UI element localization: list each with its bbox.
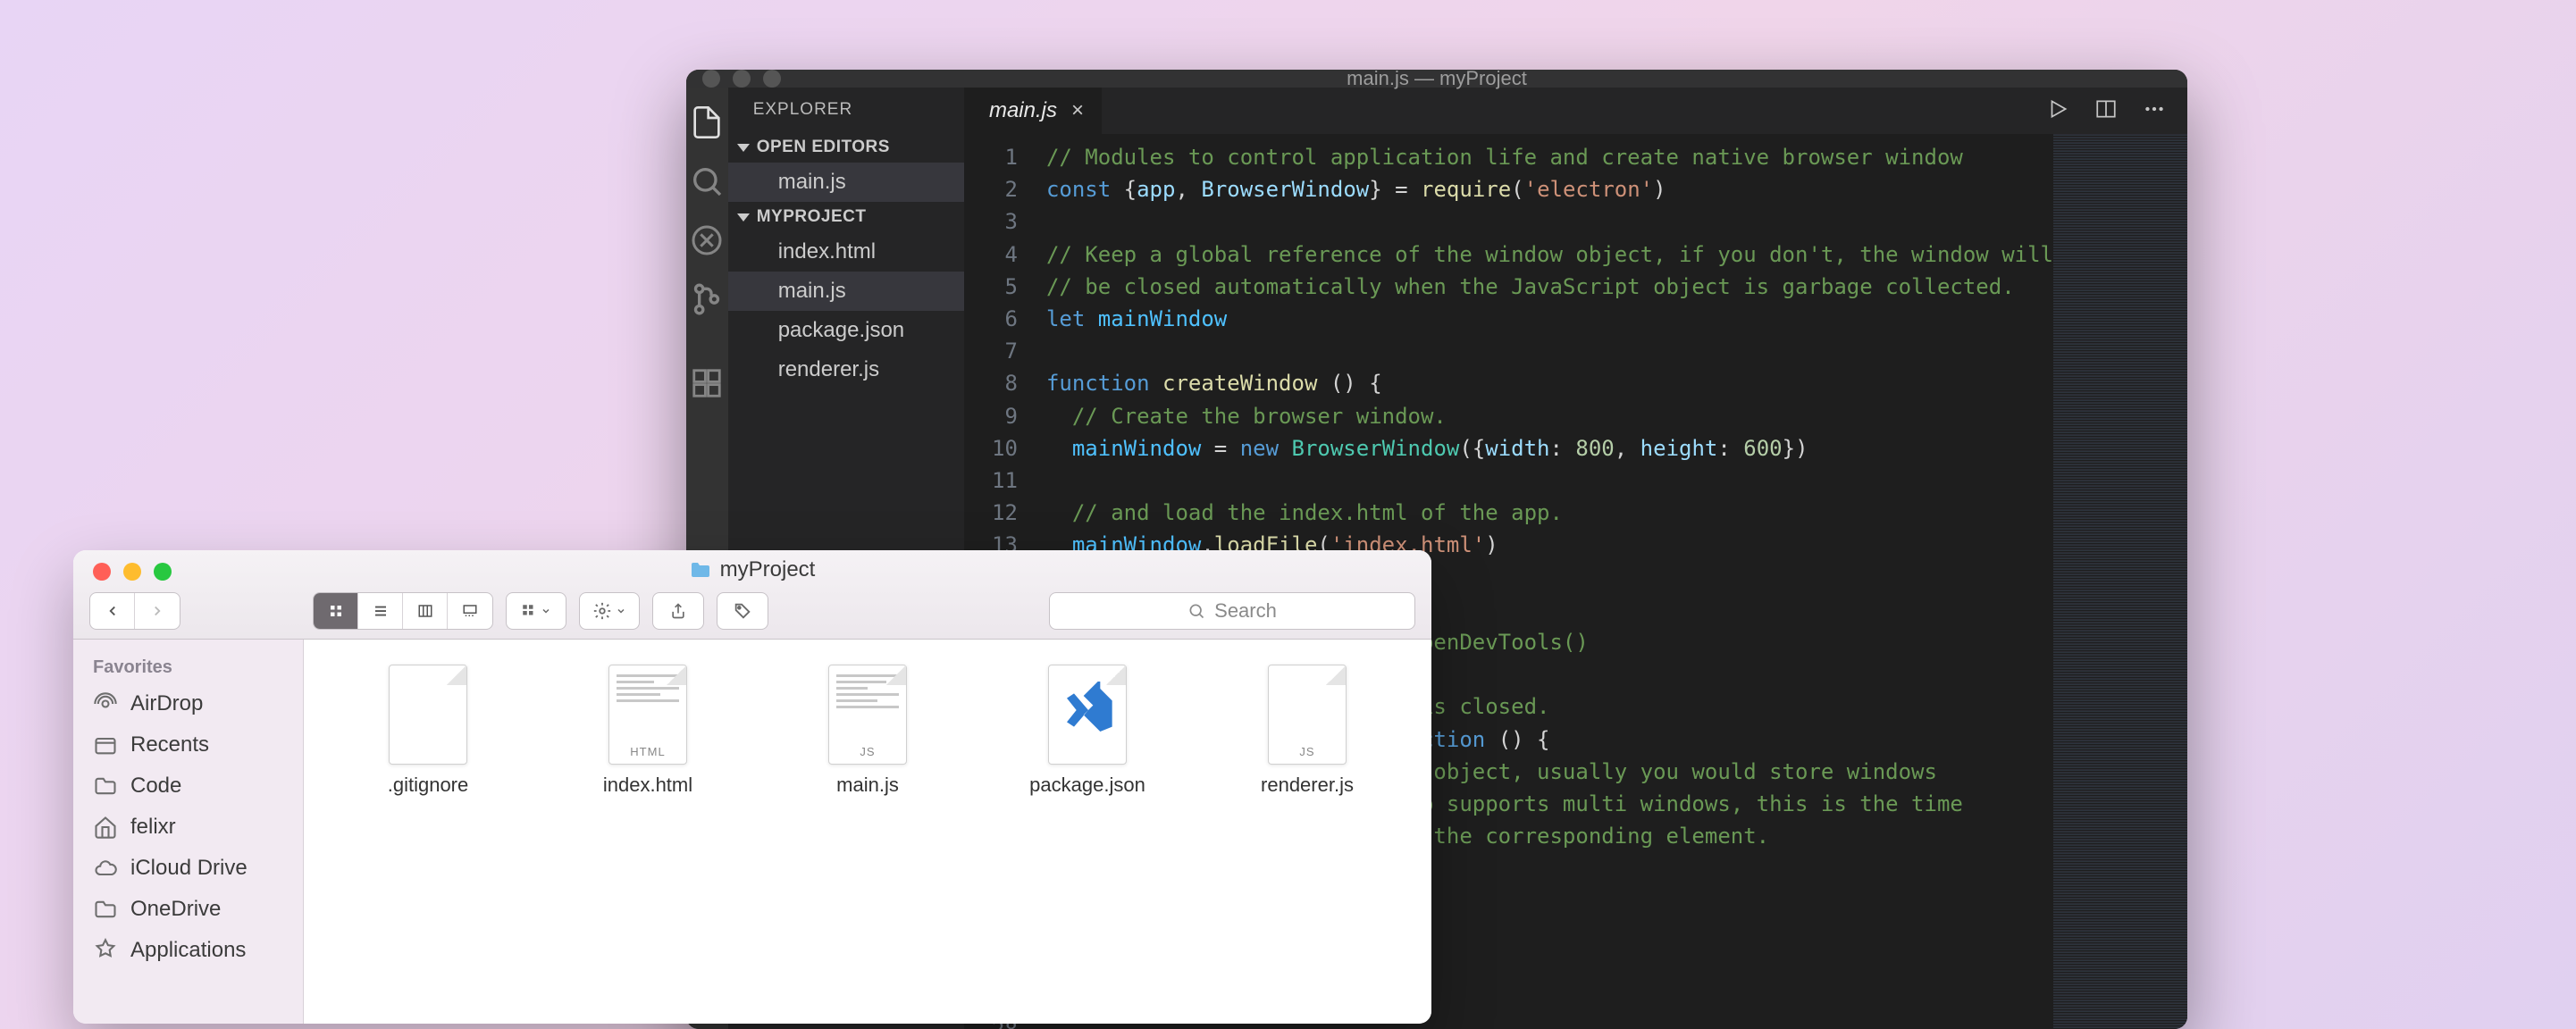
- nav-group: [89, 592, 180, 630]
- tags-button[interactable]: [717, 592, 768, 630]
- sidebar-onedrive[interactable]: OneDrive: [73, 889, 303, 930]
- vscode-titlebar[interactable]: main.js — myProject: [686, 70, 2187, 88]
- file-mainjs[interactable]: JS main.js: [783, 665, 952, 999]
- icon-view-button[interactable]: [314, 593, 358, 629]
- file-icon: HTML: [608, 665, 687, 765]
- file-rendererjs[interactable]: renderer.js: [728, 350, 964, 389]
- search-field[interactable]: Search: [1049, 592, 1415, 630]
- sidebar-airdrop[interactable]: AirDrop: [73, 683, 303, 724]
- chevron-down-icon: [737, 213, 750, 222]
- file-label: main.js: [778, 170, 846, 195]
- source-control-icon[interactable]: [688, 280, 726, 318]
- run-icon[interactable]: [2046, 97, 2069, 125]
- minimap[interactable]: [2053, 134, 2187, 1029]
- search-icon: [1187, 602, 1205, 620]
- search-placeholder: Search: [1214, 599, 1277, 623]
- window-title: main.js — myProject: [686, 70, 2187, 90]
- explorer-icon[interactable]: [688, 104, 726, 141]
- close-tab-icon[interactable]: ×: [1071, 98, 1084, 123]
- more-icon[interactable]: [2143, 97, 2166, 125]
- minimize-window-icon[interactable]: [123, 563, 141, 581]
- file-grid[interactable]: .gitignore HTML index.html JS main.js: [304, 640, 1431, 1024]
- tab-mainjs[interactable]: main.js ×: [964, 88, 1103, 134]
- favorites-header: Favorites: [73, 652, 303, 683]
- editor-actions: [2046, 97, 2187, 125]
- folder-name: myProject: [720, 557, 816, 582]
- debug-icon[interactable]: [688, 222, 726, 259]
- folder-icon: [690, 561, 711, 579]
- finder-title: myProject: [690, 557, 816, 582]
- list-view-button[interactable]: [358, 593, 403, 629]
- file-mainjs[interactable]: main.js: [728, 272, 964, 311]
- close-window-icon[interactable]: [93, 563, 111, 581]
- finder-sidebar: Favorites AirDrop Recents Code felixr iC…: [73, 640, 304, 1024]
- file-indexhtml[interactable]: HTML index.html: [563, 665, 733, 999]
- tab-bar: main.js ×: [964, 88, 2187, 134]
- file-icon: [389, 665, 467, 765]
- file-gitignore[interactable]: .gitignore: [343, 665, 513, 999]
- split-editor-icon[interactable]: [2094, 97, 2118, 125]
- action-button[interactable]: [579, 592, 640, 630]
- extensions-icon[interactable]: [688, 364, 726, 402]
- finder-toolbar: myProject: [73, 550, 1431, 640]
- chevron-down-icon: [737, 144, 750, 152]
- group-button[interactable]: [506, 592, 566, 630]
- open-editors-label: OPEN EDITORS: [757, 138, 890, 157]
- file-indexhtml[interactable]: index.html: [728, 232, 964, 272]
- vscode-file-icon: [1060, 682, 1117, 739]
- gallery-view-button[interactable]: [448, 593, 492, 629]
- column-view-button[interactable]: [403, 593, 448, 629]
- maximize-window-icon[interactable]: [154, 563, 172, 581]
- file-packagejson[interactable]: package.json: [728, 311, 964, 350]
- file-icon: [1048, 665, 1127, 765]
- forward-button[interactable]: [135, 593, 180, 629]
- open-editor-mainjs[interactable]: main.js: [728, 163, 964, 202]
- sidebar-recents[interactable]: Recents: [73, 724, 303, 765]
- file-rendererjs[interactable]: JS renderer.js: [1222, 665, 1392, 999]
- sidebar-home[interactable]: felixr: [73, 807, 303, 848]
- search-icon[interactable]: [688, 163, 726, 200]
- explorer-title: EXPLORER: [728, 88, 964, 132]
- back-button[interactable]: [90, 593, 135, 629]
- sidebar-code[interactable]: Code: [73, 765, 303, 807]
- view-mode-group: [313, 592, 493, 630]
- share-button[interactable]: [652, 592, 704, 630]
- sidebar-applications[interactable]: Applications: [73, 930, 303, 971]
- project-label: MYPROJECT: [757, 207, 867, 227]
- window-controls: [93, 563, 172, 581]
- file-icon: JS: [1268, 665, 1347, 765]
- file-icon: JS: [828, 665, 907, 765]
- project-header[interactable]: MYPROJECT: [728, 202, 964, 232]
- sidebar-icloud[interactable]: iCloud Drive: [73, 848, 303, 889]
- open-editors-header[interactable]: OPEN EDITORS: [728, 132, 964, 163]
- finder-window: myProject: [73, 550, 1431, 1024]
- file-packagejson[interactable]: package.json: [1003, 665, 1172, 999]
- tab-label: main.js: [989, 98, 1057, 123]
